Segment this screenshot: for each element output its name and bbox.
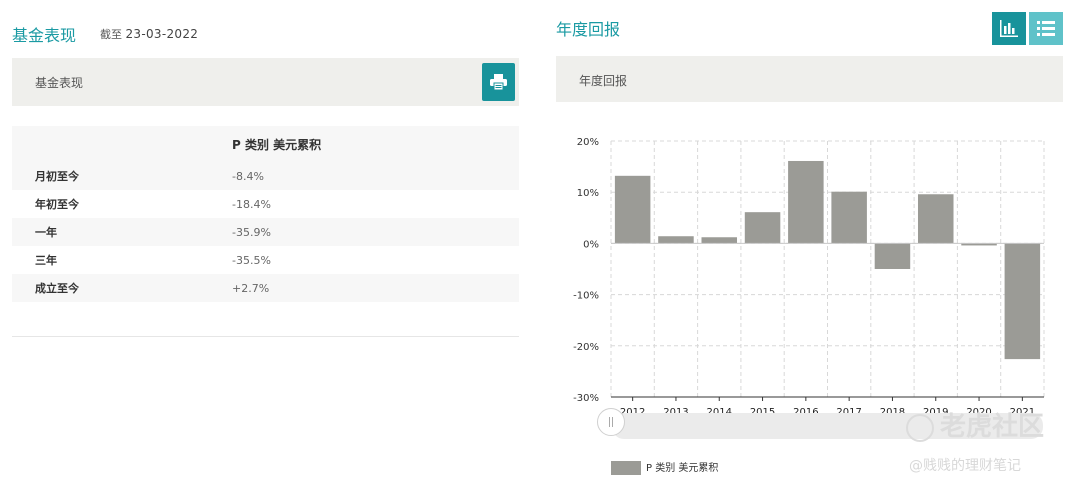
table-header-row: P 类别 美元累积	[12, 126, 519, 162]
annual-returns-bar-label: 年度回报	[579, 74, 628, 88]
y-tick-label: 10%	[577, 188, 599, 199]
row-value: -35.5%	[231, 246, 519, 274]
row-label: 成立至今	[12, 274, 231, 302]
table-header-empty	[12, 126, 231, 162]
bar	[917, 194, 954, 244]
table-row: 月初至今 -8.4%	[12, 162, 519, 190]
row-label: 一年	[12, 218, 231, 246]
row-label: 月初至今	[12, 162, 231, 190]
header-bar-label: 基金表现	[35, 76, 84, 90]
bar	[1004, 243, 1041, 360]
list-view-button[interactable]	[1029, 12, 1063, 45]
watermark-credit: @贱贱的理财笔记	[909, 458, 1021, 474]
printer-icon	[490, 74, 507, 90]
fund-performance-header-bar: 基金表现	[12, 58, 519, 106]
bar	[744, 212, 781, 244]
table-row: 三年 -35.5%	[12, 246, 519, 274]
y-tick-label: 20%	[577, 137, 599, 148]
legend-label: P 类别 美元累积	[646, 463, 719, 474]
as-of-date: 截至 23-03-2022	[100, 26, 198, 42]
row-label: 三年	[12, 246, 231, 274]
y-tick-label: 0%	[583, 239, 599, 250]
row-value: -35.9%	[231, 218, 519, 246]
annual-returns-chart: 20%10%0%-10%-20%-30%2012 2013 2014 2015 2016…	[573, 137, 1045, 415]
row-value: -18.4%	[231, 190, 519, 218]
bar	[658, 236, 694, 244]
divider	[12, 336, 519, 337]
grip-icon	[609, 417, 613, 427]
list-icon	[1037, 21, 1055, 36]
chart-view-button[interactable]	[992, 12, 1026, 45]
chart-legend[interactable]: P 类别 美元累积	[611, 459, 718, 475]
print-button[interactable]	[482, 63, 515, 101]
y-tick-label: -10%	[573, 291, 599, 302]
row-value: +2.7%	[231, 274, 519, 302]
annual-returns-title: 年度回报	[556, 20, 621, 39]
bar	[701, 237, 738, 244]
y-tick-label: -20%	[573, 342, 599, 353]
bar	[614, 175, 651, 244]
row-value: -8.4%	[231, 162, 519, 190]
performance-table: P 类别 美元累积 月初至今 -8.4% 年初至今 -18.4% 一年 -35.…	[12, 126, 519, 302]
y-tick-label: -30%	[573, 393, 599, 404]
watermark-text: 老虎社区	[940, 412, 1045, 442]
column-header-share-class: P 类别 美元累积	[231, 126, 519, 162]
table-row: 年初至今 -18.4%	[12, 190, 519, 218]
bar-chart-icon	[1000, 20, 1018, 37]
watermark: 老虎社区	[906, 406, 1044, 443]
tiger-logo-icon	[906, 413, 934, 442]
legend-swatch	[611, 461, 641, 475]
scrollbar-handle[interactable]	[597, 408, 625, 436]
fund-performance-panel: 基金表现 截至 23-03-2022 基金表现 P 类别 美元累积 月初至今 -…	[12, 0, 519, 488]
bar	[874, 243, 911, 269]
table-row: 成立至今 +2.7%	[12, 274, 519, 302]
bar	[788, 160, 824, 244]
table-row: 一年 -35.9%	[12, 218, 519, 246]
as-of-prefix: 截至	[100, 28, 122, 41]
annual-returns-header-bar: 年度回报	[556, 56, 1063, 102]
fund-performance-title: 基金表现	[12, 26, 77, 45]
bar	[831, 191, 867, 244]
row-label: 年初至今	[12, 190, 231, 218]
as-of-date-value: 23-03-2022	[125, 27, 199, 41]
